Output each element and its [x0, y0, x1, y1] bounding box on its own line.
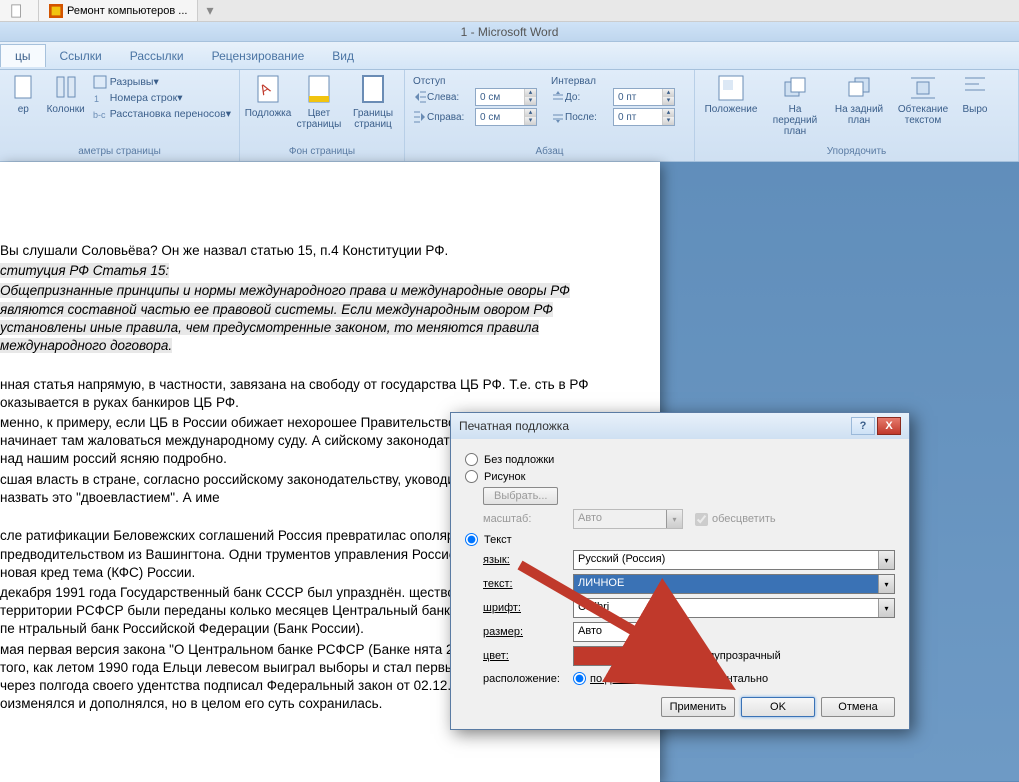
breaks-button[interactable]: Разрывы ▾: [89, 74, 235, 90]
dialog-title: Печатная подложка: [459, 419, 849, 433]
layout-label: расположение:: [483, 673, 573, 685]
ribbon: ер Колонки Разрывы ▾ 1Номера строк ▾ b-c…: [0, 70, 1019, 162]
space-before-spinner[interactable]: 0 пт▴▾: [613, 88, 675, 106]
spacing-heading: Интервал: [551, 76, 675, 87]
help-button[interactable]: ?: [851, 417, 875, 435]
browser-tab-strip: Ремонт компьютеров ... ▾: [0, 0, 1019, 22]
color-dropdown[interactable]: ▾: [651, 646, 667, 666]
washout-checkbox: обесцветить: [695, 513, 776, 526]
back-icon: [845, 74, 873, 104]
ribbon-tab-layout[interactable]: цы: [0, 44, 46, 67]
page-borders-button[interactable]: Границы страниц: [346, 72, 400, 132]
apply-button[interactable]: Применить: [661, 697, 735, 717]
group-label-pagesetup: аметры страницы: [4, 146, 235, 159]
radio-picture[interactable]: Рисунок: [465, 470, 895, 483]
doc-text: Общепризнанные принципы и нормы междунар…: [0, 283, 570, 353]
radio-no-watermark[interactable]: Без подложки: [465, 453, 895, 466]
send-back-button[interactable]: На задний план: [827, 72, 891, 128]
radio-text[interactable]: Текст: [465, 533, 895, 546]
wrap-icon: [909, 74, 937, 104]
indent-left-spinner[interactable]: 0 см▴▾: [475, 88, 537, 106]
borders-icon: [359, 74, 387, 106]
line-numbers-button[interactable]: 1Номера строк ▾: [89, 90, 235, 106]
doc-text: Вы слушали Соловьёва? Он же назвал стать…: [0, 242, 630, 260]
indent-right-icon: [413, 110, 427, 124]
ribbon-tab-view[interactable]: Вид: [318, 45, 368, 67]
ribbon-tab-review[interactable]: Рецензирование: [198, 45, 319, 67]
choose-picture-button: Выбрать...: [483, 487, 558, 505]
page-icon: [10, 4, 24, 18]
ok-button[interactable]: OK: [741, 697, 815, 717]
semitransparent-checkbox[interactable]: полупрозрачный: [679, 650, 781, 663]
group-label-paragraph: Абзац: [409, 146, 690, 159]
hyphenation-button[interactable]: b-cРасстановка переносов ▾: [89, 106, 235, 122]
browser-tab-2[interactable]: Ремонт компьютеров ...: [39, 0, 198, 21]
color-label: цвет:: [483, 650, 573, 662]
position-icon: [717, 74, 745, 104]
cancel-button[interactable]: Отмена: [821, 697, 895, 717]
align-button[interactable]: Выро: [955, 72, 995, 117]
space-after-spinner[interactable]: 0 пт▴▾: [613, 108, 675, 126]
indent-left-icon: [413, 90, 427, 104]
bring-front-button[interactable]: На передний план: [763, 72, 827, 139]
space-after-icon: [551, 110, 565, 124]
browser-tab-1[interactable]: [0, 0, 39, 21]
text-label: текст:: [483, 578, 573, 590]
size-label: размер:: [483, 626, 573, 638]
font-combo[interactable]: Calibri▾: [573, 598, 895, 618]
page-color-button[interactable]: Цвет страницы: [292, 72, 346, 132]
font-label: шрифт:: [483, 602, 573, 614]
ribbon-tab-references[interactable]: Ссылки: [46, 45, 116, 67]
text-combo[interactable]: ЛИЧНОЕ▾: [573, 574, 895, 594]
hyphen-icon: b-c: [93, 107, 107, 121]
radio-horizontal[interactable]: горизонтально: [676, 672, 768, 685]
group-label-arrange: Упорядочить: [699, 146, 1014, 159]
numbers-icon: 1: [93, 91, 107, 105]
favicon: [49, 4, 63, 18]
radio-diagonal[interactable]: по диагонали: [573, 672, 658, 685]
indent-right-spinner[interactable]: 0 см▴▾: [475, 108, 537, 126]
scale-combo: Авто▾: [573, 509, 683, 529]
scale-label: масштаб:: [483, 513, 573, 525]
space-after-label: После:: [565, 112, 613, 123]
indent-heading: Отступ: [413, 76, 537, 87]
front-icon: [781, 74, 809, 104]
page-color-icon: [305, 74, 333, 106]
columns-button[interactable]: Колонки: [43, 72, 89, 117]
text-wrap-button[interactable]: Обтекание текстом: [891, 72, 955, 128]
watermark-button[interactable]: A Подложка: [244, 72, 292, 121]
language-label: язык:: [483, 554, 573, 566]
ribbon-tabs: цы Ссылки Рассылки Рецензирование Вид: [0, 42, 1019, 70]
svg-text:1: 1: [94, 94, 99, 104]
color-swatch[interactable]: [573, 646, 651, 666]
new-tab-button[interactable]: ▾: [198, 2, 221, 19]
close-button[interactable]: X: [877, 417, 901, 435]
ribbon-tab-mailings[interactable]: Рассылки: [116, 45, 198, 67]
watermark-dialog: Печатная подложка ? X Без подложки Рисун…: [450, 412, 910, 730]
window-title: 1 - Microsoft Word: [0, 22, 1019, 42]
doc-text: нная статья напрямую, в частности, завяз…: [0, 376, 630, 412]
watermark-icon: A: [254, 74, 282, 106]
group-label-background: Фон страницы: [244, 146, 400, 159]
breaks-icon: [93, 75, 107, 89]
align-icon: [963, 74, 987, 104]
svg-text:b-c: b-c: [93, 110, 106, 120]
language-combo[interactable]: Русский (Россия)▾: [573, 550, 895, 570]
indent-left-label: Слева:: [427, 92, 475, 103]
size-combo[interactable]: Авто▾: [573, 622, 683, 642]
doc-text: ституция РФ Статья 15:: [0, 263, 169, 278]
dialog-titlebar[interactable]: Печатная подложка ? X: [451, 413, 909, 439]
space-before-label: До:: [565, 92, 613, 103]
page-icon: [11, 74, 35, 102]
columns-icon: [54, 74, 78, 102]
position-button[interactable]: Положение: [699, 72, 763, 117]
size-button[interactable]: ер: [4, 72, 43, 117]
space-before-icon: [551, 90, 565, 104]
indent-right-label: Справа:: [427, 112, 475, 123]
